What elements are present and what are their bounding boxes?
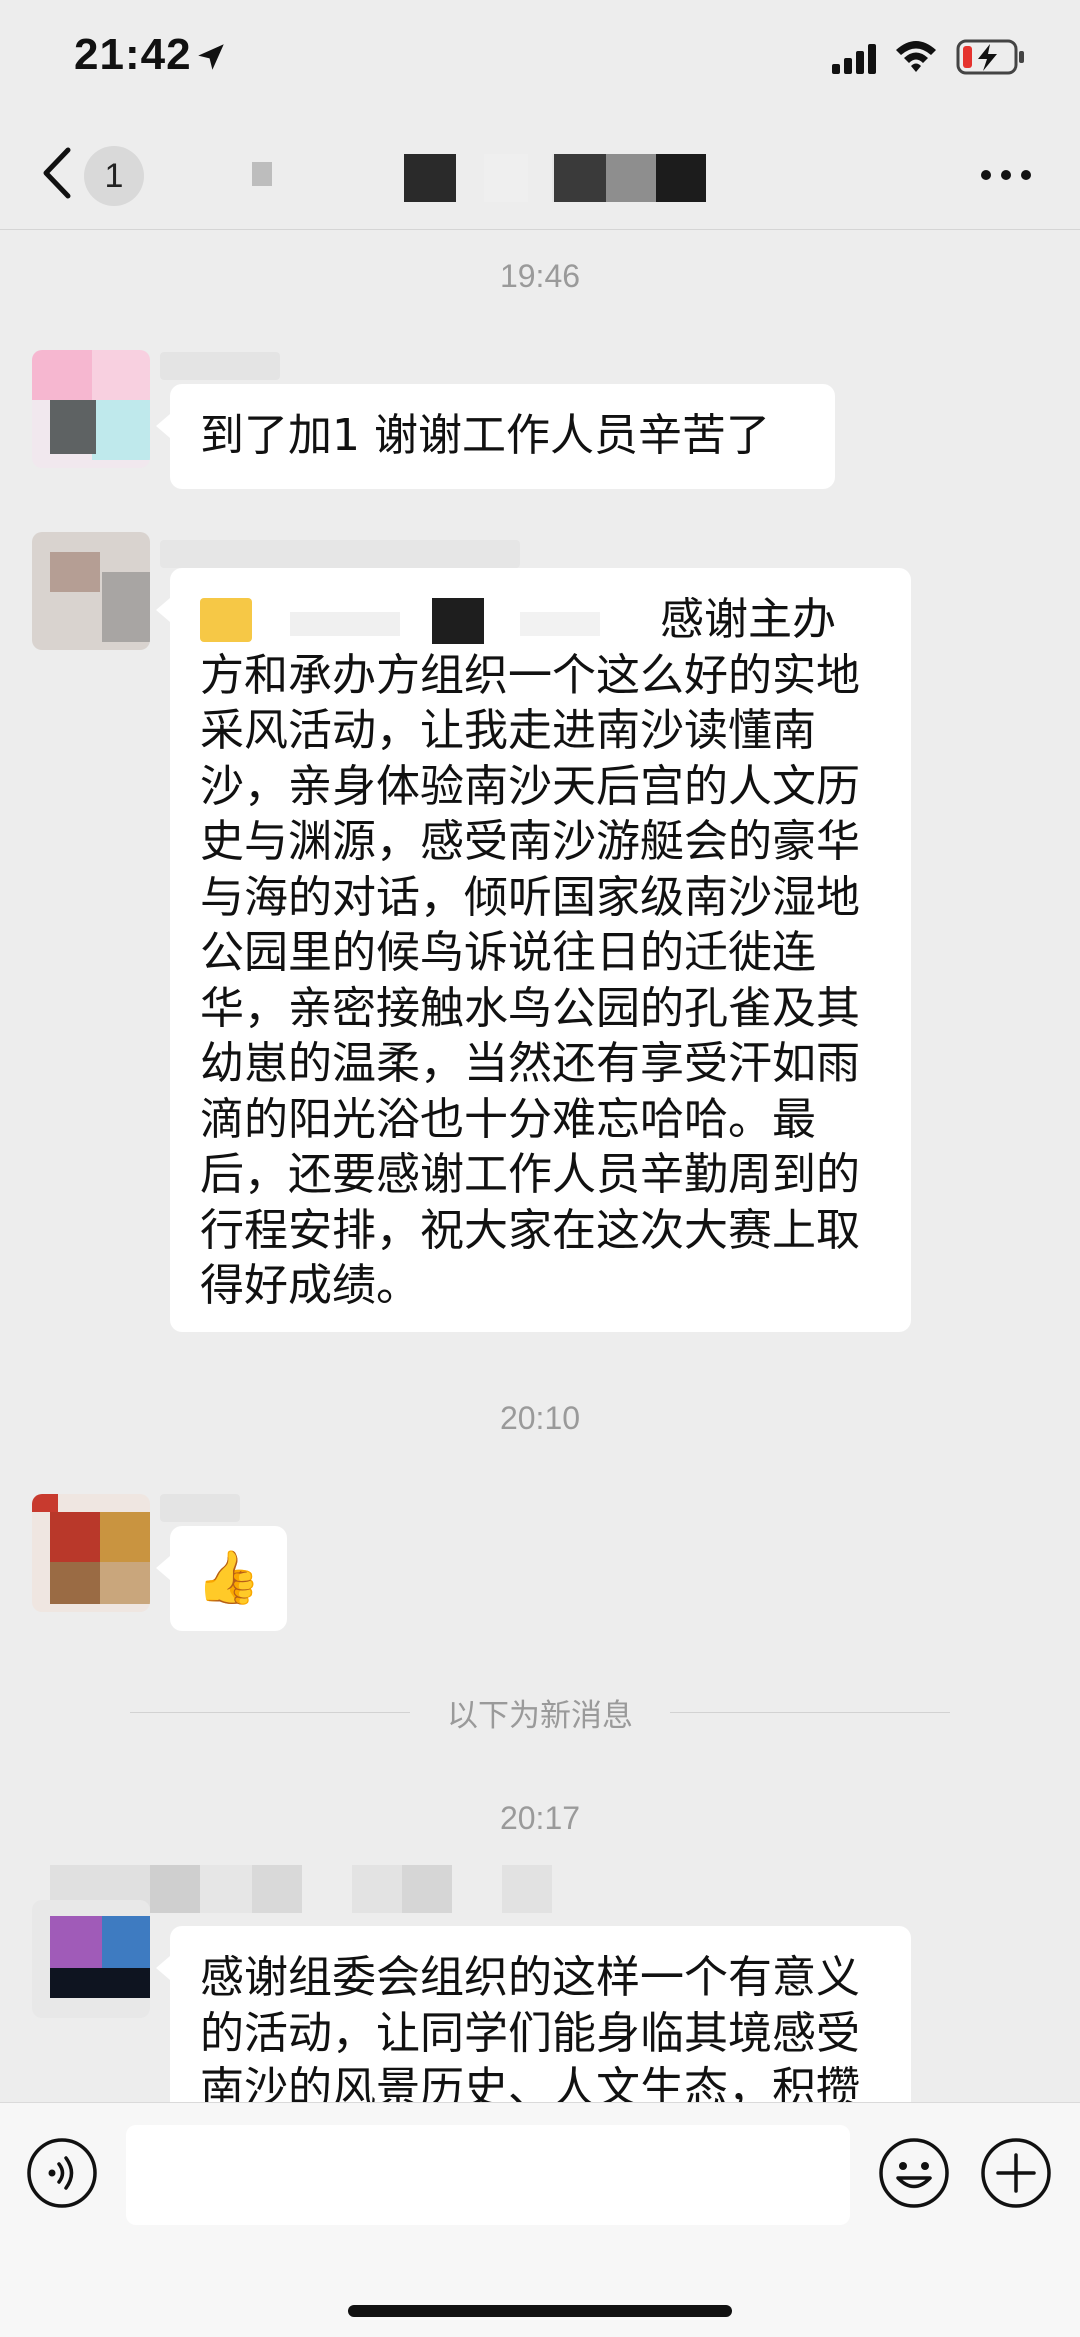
chat-input-bar	[0, 2102, 1080, 2337]
message-bubble[interactable]: 感谢组委会组织的这样一个有意义 的活动，让同学们能身临其境感受 南沙的风景历史、…	[156, 1926, 911, 2126]
message-text-line: 感谢组委会组织的这样一个有意义	[200, 1952, 860, 2003]
status-time: 21:42	[74, 30, 192, 79]
message-text-line: 华，亲密接触水鸟公园的孔雀及其	[200, 982, 860, 1034]
mention-name-redacted	[290, 612, 400, 636]
cellular-signal-icon	[832, 44, 876, 74]
battery-low-charging-icon	[956, 39, 1024, 75]
unread-count-badge[interactable]: 1	[84, 146, 144, 206]
message-text-line: 幼崽的温柔，当然还有享受汗如雨	[200, 1038, 860, 1089]
message-text-line: 行程安排，祝大家在这次大赛上取	[200, 1204, 860, 1256]
message-text-line: 沙，亲身体验南沙天后宫的人文历	[200, 760, 860, 812]
message-text-line: 后，还要感谢工作人员辛勤周到的	[200, 1149, 860, 1200]
mention-name-redacted	[520, 612, 600, 636]
message-text: 到了加1 谢谢工作人员辛苦了	[200, 410, 770, 461]
timestamp: 20:10	[499, 1400, 581, 1436]
message-bubble[interactable]: 感谢主办 方和承办方组织一个这么好的实地 采风活动，让我走进南沙读懂南 沙，亲身…	[156, 568, 911, 1332]
wifi-icon	[896, 41, 936, 72]
message-text-line: 的活动，让同学们能身临其境感受	[200, 2007, 860, 2059]
emoji-icon[interactable]	[878, 2137, 950, 2209]
mention-name-redacted	[432, 598, 484, 644]
thumbs-up-emoji: 👍	[196, 1548, 261, 1608]
home-indicator[interactable]	[348, 2305, 732, 2317]
timestamp: 20:17	[499, 1800, 581, 1836]
message-text-line: 采风活动，让我走进南沙读懂南	[200, 705, 816, 756]
message-text-line: 方和承办方组织一个这么好的实地	[200, 649, 860, 701]
emoji-message-bubble[interactable]: 👍	[156, 1526, 287, 1631]
location-arrow-icon	[198, 44, 224, 70]
timestamp: 19:46	[499, 258, 581, 294]
back-chevron-icon[interactable]	[38, 144, 74, 202]
voice-input-icon[interactable]	[26, 2137, 98, 2209]
more-options-icon[interactable]	[980, 168, 1032, 182]
message-text-line: 得好成绩。	[200, 1260, 420, 1311]
message-text-line: 感谢主办	[660, 594, 836, 645]
sender-name-redacted	[160, 352, 280, 380]
message-bubble[interactable]: 到了加1 谢谢工作人员辛苦了	[156, 384, 835, 489]
new-messages-label: 以下为新消息	[447, 1698, 633, 1734]
avatar[interactable]	[32, 1494, 150, 1612]
mention-avatar-redacted	[200, 598, 252, 642]
message-text-line: 公园里的候鸟诉说往日的迁徙连	[200, 927, 816, 978]
avatar[interactable]	[32, 532, 150, 650]
avatar[interactable]	[32, 1900, 150, 2018]
chat-title-redacted	[240, 148, 740, 210]
message-input[interactable]	[126, 2125, 850, 2225]
message-text-line: 滴的阳光浴也十分难忘哈哈。最	[200, 1093, 816, 1145]
sender-name-redacted	[160, 1494, 240, 1522]
new-messages-divider: 以下为新消息	[130, 1690, 950, 1734]
plus-icon[interactable]	[980, 2137, 1052, 2209]
sender-name-redacted	[160, 540, 520, 568]
mention-line: 感谢主办	[200, 592, 881, 648]
message-text-line: 史与渊源，感受南沙游艇会的豪华	[200, 816, 860, 867]
status-bar: 21:42	[0, 0, 1080, 118]
avatar[interactable]	[32, 350, 150, 468]
message-text-line: 与海的对话，倾听国家级南沙湿地	[200, 871, 860, 923]
chat-header: 1	[0, 118, 1080, 230]
